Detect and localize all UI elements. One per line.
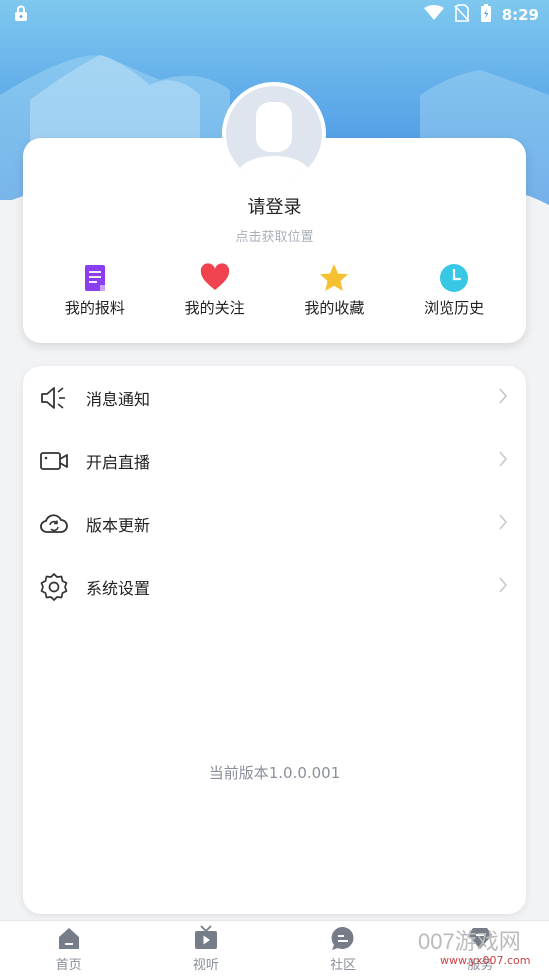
tab-home[interactable]: 首页 (34, 925, 104, 973)
default-avatar-icon (232, 102, 316, 182)
heart-icon (200, 263, 229, 290)
quick-link-label: 我的关注 (184, 299, 245, 317)
battery-icon (480, 4, 492, 26)
menu-label: 系统设置 (86, 578, 151, 598)
menu-item-version-update[interactable]: 版本更新 (23, 492, 526, 555)
tab-media[interactable]: 视听 (171, 925, 241, 973)
watermark-url: www.yx007.com (440, 954, 531, 967)
avatar[interactable] (222, 82, 326, 186)
quick-link-label: 我的报料 (64, 299, 125, 317)
watermark: 007游戏网 (418, 929, 521, 954)
menu-item-system-settings[interactable]: 系统设置 (23, 555, 526, 618)
login-prompt[interactable]: 请登录 (23, 193, 526, 219)
star-icon (320, 264, 349, 291)
lock-icon (12, 4, 30, 26)
chat-icon (331, 926, 354, 950)
quick-link-label: 我的收藏 (304, 299, 365, 317)
chevron-right-icon (498, 387, 508, 409)
quick-links: 我的报料 我的关注 我的收藏 浏览历史 (23, 263, 526, 323)
version-text: 当前版本1.0.0.001 (208, 764, 341, 782)
clock-icon (440, 264, 469, 292)
menu-label: 消息通知 (86, 389, 151, 409)
chevron-right-icon (498, 513, 508, 535)
quick-link-history[interactable]: 浏览历史 (404, 263, 504, 323)
tab-label: 社区 (330, 958, 357, 973)
quick-link-label: 浏览历史 (424, 299, 485, 317)
tab-community[interactable]: 社区 (308, 925, 378, 973)
menu-item-live-stream[interactable]: 开启直播 (23, 429, 526, 492)
menu-label: 版本更新 (86, 515, 151, 535)
status-time: 8:29 (501, 6, 539, 24)
status-bar: 8:29 (0, 0, 549, 30)
gear-icon (39, 572, 69, 602)
chevron-right-icon (498, 450, 508, 472)
no-sim-icon (454, 4, 470, 26)
chevron-right-icon (498, 576, 508, 598)
quick-link-favorites[interactable]: 我的收藏 (284, 263, 384, 323)
tab-label: 首页 (55, 958, 82, 973)
video-camera-icon (39, 446, 69, 476)
tv-icon (194, 925, 217, 949)
menu-label: 开启直播 (86, 452, 151, 472)
location-hint[interactable]: 点击获取位置 (23, 226, 526, 245)
document-icon (84, 265, 105, 291)
quick-link-follows[interactable]: 我的关注 (165, 263, 265, 323)
cloud-refresh-icon (39, 509, 69, 539)
menu-item-notifications[interactable]: 消息通知 (23, 366, 526, 429)
home-icon (58, 928, 79, 949)
tab-label: 视听 (192, 958, 219, 973)
settings-menu-card: 消息通知 开启直播 版本更新 系统设置 当前版本1.0.0.001 (23, 366, 526, 914)
wifi-icon (423, 5, 444, 25)
speaker-icon (39, 383, 69, 413)
quick-link-reports[interactable]: 我的报料 (45, 263, 145, 323)
